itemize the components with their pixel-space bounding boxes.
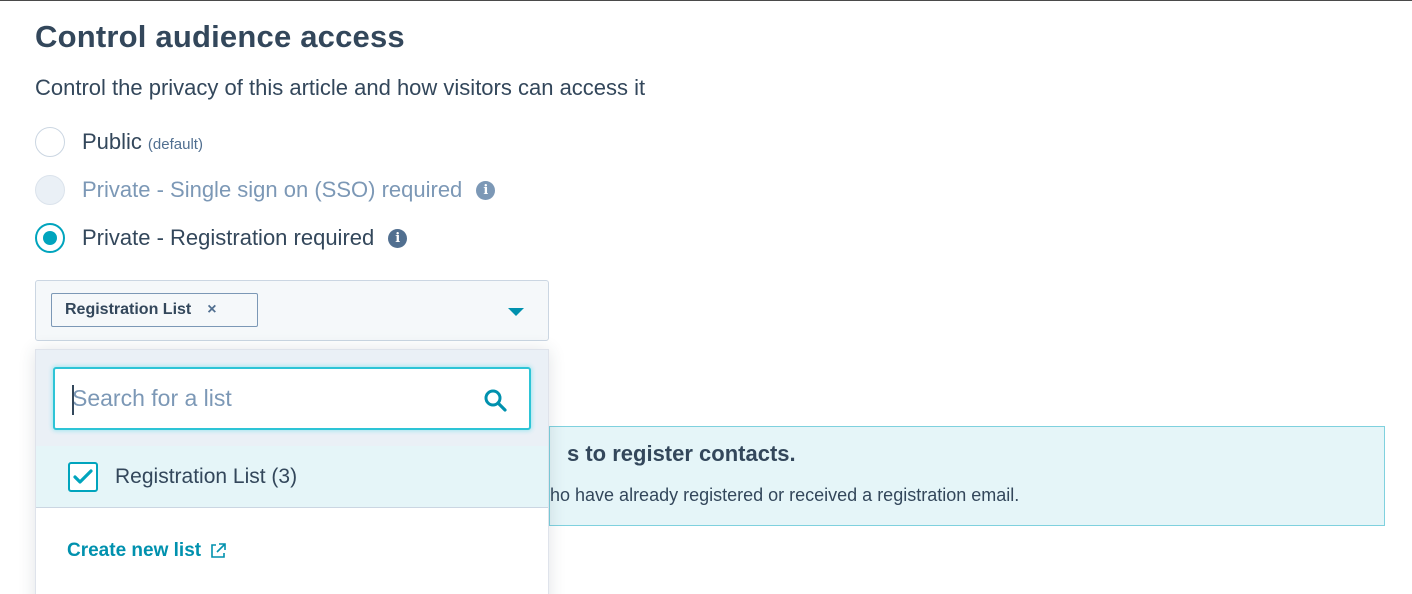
create-new-list-link[interactable]: Create new list [67,540,227,562]
tag-label: Registration List [65,301,192,318]
search-list-field[interactable] [53,367,531,430]
search-list-input[interactable] [72,385,462,412]
page-subtitle: Control the privacy of this article and … [35,75,646,100]
option-checkbox[interactable] [68,461,98,492]
list-dropdown-menu: Registration List (3) Create new list [35,349,549,594]
text-cursor [72,385,74,415]
page-title: Control audience access [35,19,405,54]
banner-title: s to register contacts. [567,441,796,466]
search-icon[interactable] [483,388,507,412]
radio-option-public[interactable]: Public (default) [35,126,203,158]
radio-label-sso: Private - Single sign on (SSO) required [82,177,463,202]
radio-button-public[interactable] [35,127,65,157]
caret-down-icon[interactable] [508,308,524,316]
checkmark-icon [73,468,93,484]
create-link-label: Create new list [67,540,202,561]
radio-label-registration: Private - Registration required [82,225,375,250]
external-link-icon [211,543,226,558]
banner-text: ho have already registered or received a… [550,485,1020,505]
radio-button-sso [35,175,65,205]
registration-list-select[interactable]: Registration List × [35,280,549,341]
radio-button-registration[interactable] [35,223,65,253]
info-icon[interactable]: i [476,180,496,200]
radio-option-registration[interactable]: Private - Registration required i [35,222,408,254]
list-option-registration[interactable]: Registration List (3) [36,446,548,508]
info-banner: s to register contacts. ho have already … [549,426,1385,526]
remove-tag-icon[interactable]: × [207,301,216,319]
default-note: (default) [147,136,203,153]
option-label: Registration List (3) [115,464,298,488]
selected-list-tag: Registration List × [51,293,258,327]
info-icon[interactable]: i [388,228,408,248]
radio-label-public: Public (default) [82,129,203,154]
dropdown-search-area [36,350,548,446]
radio-option-sso: Private - Single sign on (SSO) required … [35,174,496,206]
